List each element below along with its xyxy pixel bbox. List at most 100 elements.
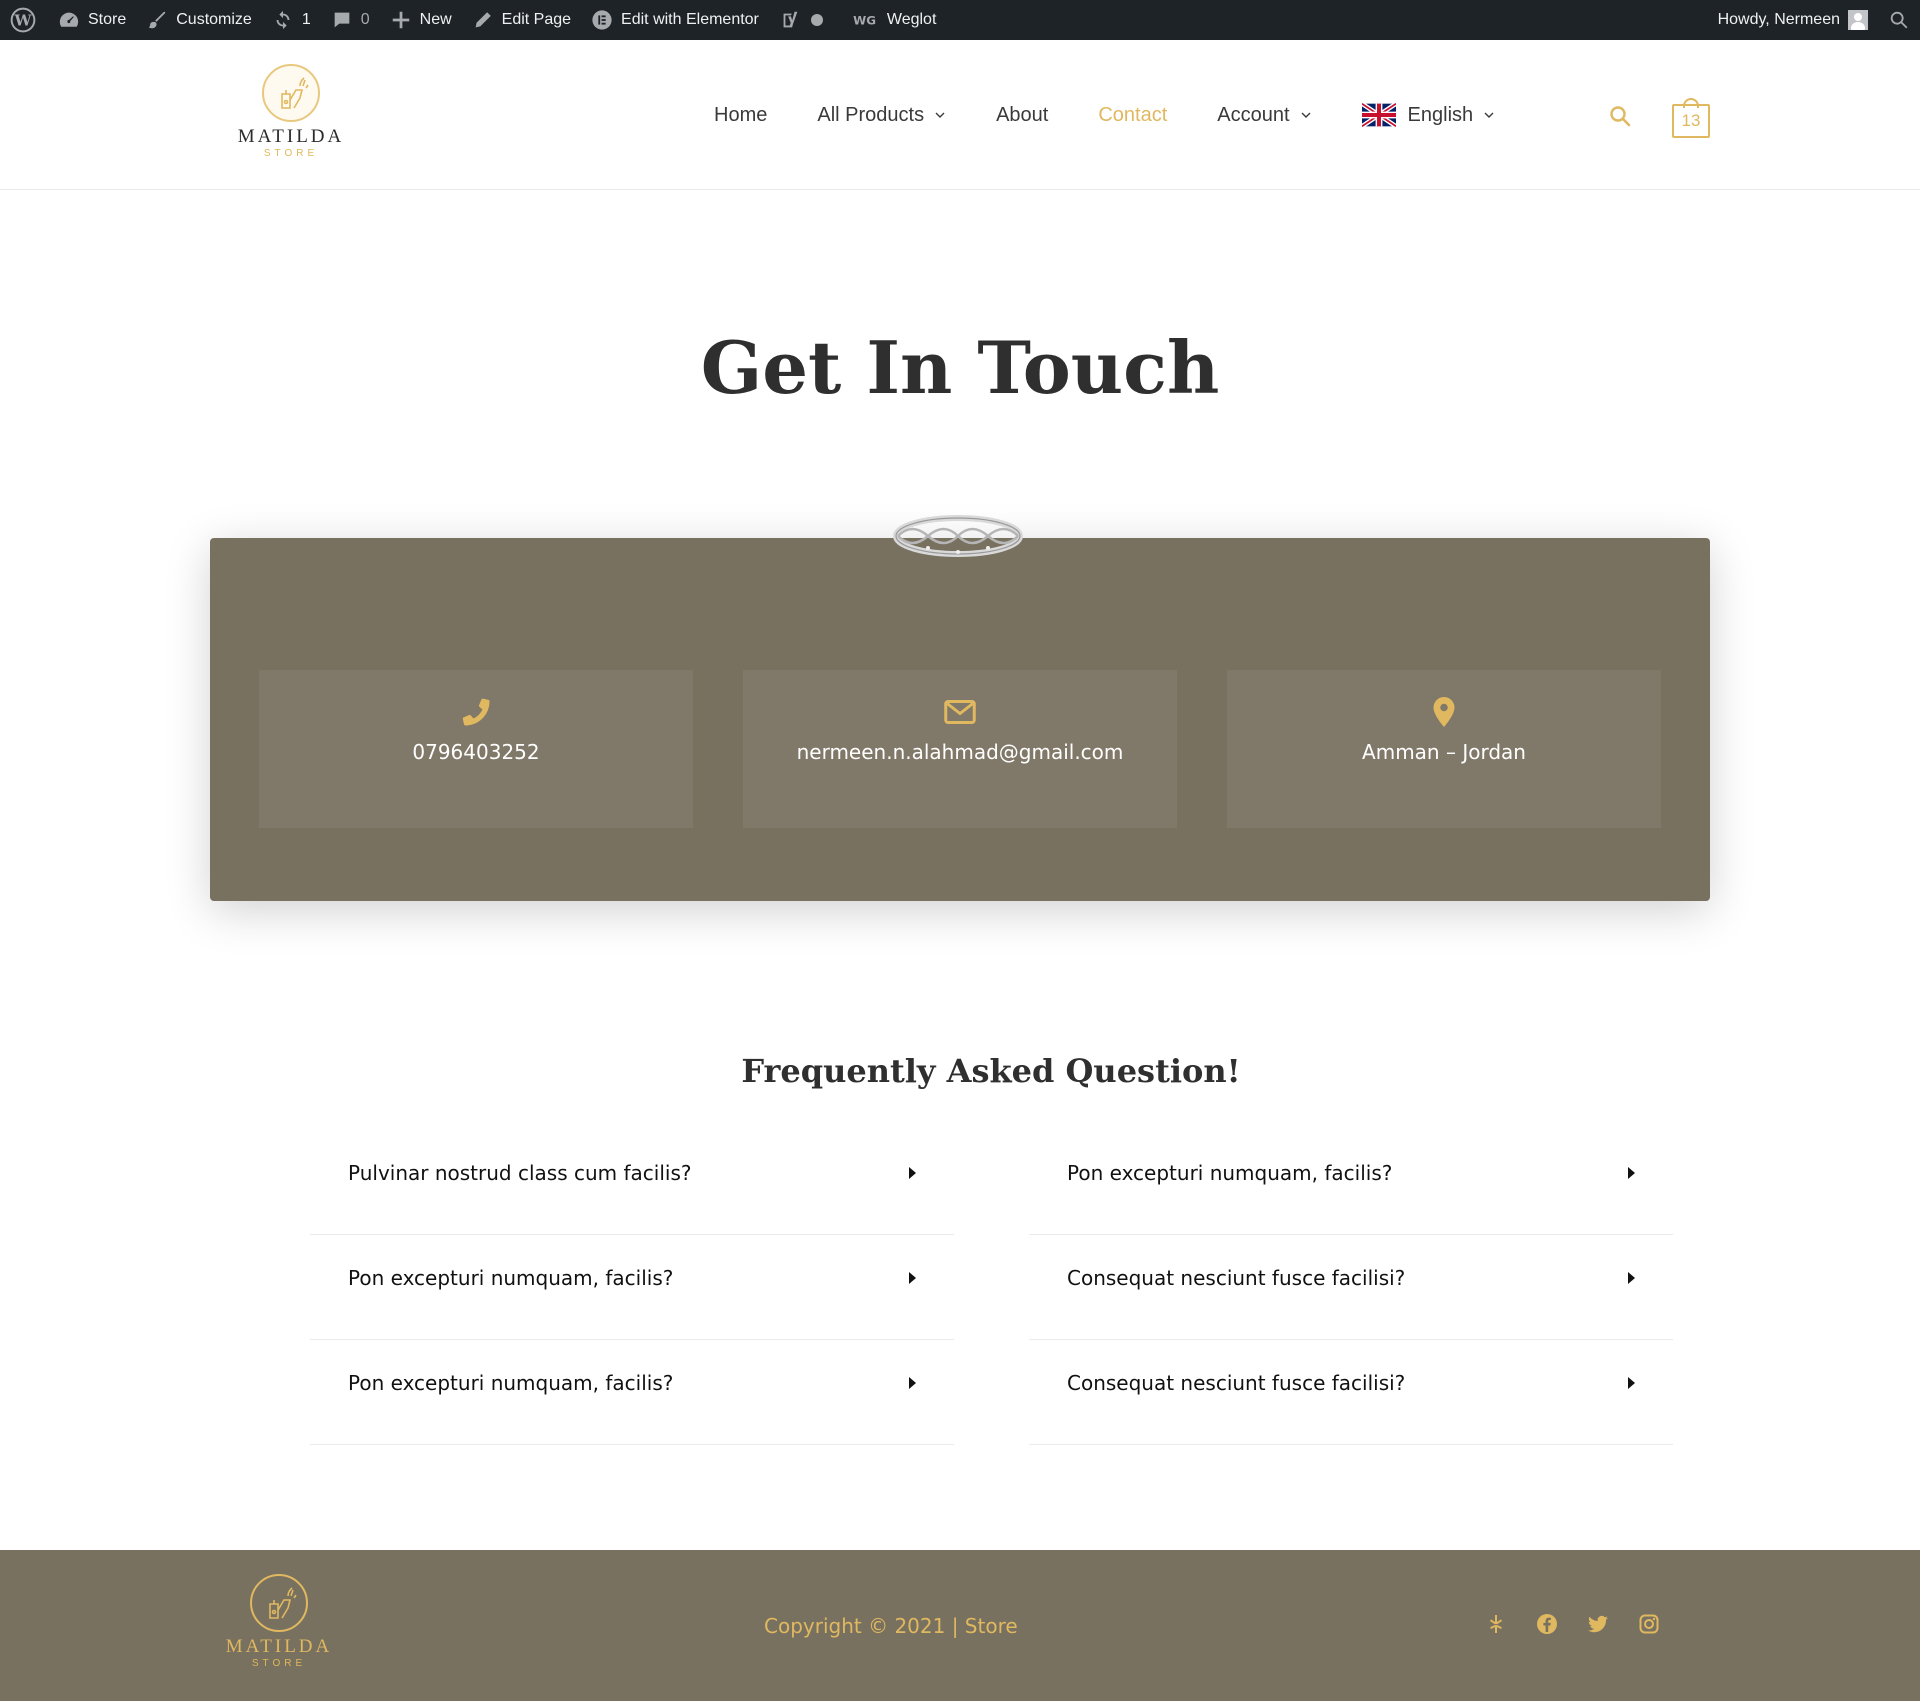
yoast-icon xyxy=(783,11,798,28)
admin-site-link[interactable]: Store xyxy=(48,0,136,40)
wordpress-logo-icon[interactable]: W xyxy=(0,0,48,40)
site-header: MATILDA STORE Home All Products About Co… xyxy=(0,40,1920,190)
logo-emblem-icon xyxy=(262,64,320,122)
svg-text:W: W xyxy=(13,11,32,29)
nav-item-account[interactable]: Account xyxy=(1217,104,1311,127)
phone-number[interactable]: 0796403252 xyxy=(259,740,693,764)
elementor-icon xyxy=(592,10,612,30)
admin-customize-link[interactable]: Customize xyxy=(136,0,262,40)
admin-account-link[interactable]: Howdy, Nermeen xyxy=(1708,0,1878,40)
language-label: English xyxy=(1407,103,1474,126)
twitter-icon xyxy=(1588,1615,1608,1633)
location-info-box: Amman – Jordan xyxy=(1227,670,1661,828)
seo-status-dot-icon xyxy=(810,14,823,26)
caret-right-icon xyxy=(1628,1377,1635,1389)
admin-comments-link[interactable]: 0 xyxy=(321,0,380,40)
facebook-link[interactable] xyxy=(1535,1612,1559,1636)
svg-text:WG: WG xyxy=(853,14,876,28)
pencil-icon xyxy=(475,12,491,28)
footer-logo-name: MATILDA xyxy=(225,1636,333,1657)
location-text: Amman – Jordan xyxy=(1362,740,1526,764)
faq-item[interactable]: Pon excepturi numquam, facilis? xyxy=(310,1235,954,1340)
nav-label-home: Home xyxy=(714,103,768,126)
admin-elementor-label: Edit with Elementor xyxy=(621,11,759,28)
contact-info-card: 0796403252 nermeen.n.alahmad@gmail.com A… xyxy=(210,538,1710,901)
admin-edit-page-label: Edit Page xyxy=(501,11,572,28)
faq-item[interactable]: Consequat nesciunt fusce facilisi? xyxy=(1029,1340,1673,1445)
faq-title: Frequently Asked Question! xyxy=(741,1052,1241,1090)
silver-ring-image xyxy=(893,515,1023,557)
language-switcher[interactable]: English xyxy=(1361,102,1496,128)
faq-item[interactable]: Pon excepturi numquam, facilis? xyxy=(310,1340,954,1445)
admin-updates-count: 1 xyxy=(301,11,311,28)
email-info-box: nermeen.n.alahmad@gmail.com xyxy=(743,670,1177,828)
faq-question: Consequat nesciunt fusce facilisi? xyxy=(1067,1371,1406,1395)
weglot-icon: WG xyxy=(853,14,876,28)
logo-emblem-icon xyxy=(250,1574,308,1632)
admin-comments-count: 0 xyxy=(360,11,370,28)
refresh-icon xyxy=(276,10,290,30)
logo-subtitle: STORE xyxy=(263,148,319,159)
page-title: Get In Touch xyxy=(700,325,1220,410)
caret-right-icon xyxy=(1628,1272,1635,1284)
nav-label-about: About xyxy=(996,103,1049,126)
logo-name: MATILDA xyxy=(237,126,345,147)
admin-yoast-link[interactable] xyxy=(769,0,843,40)
instagram-icon xyxy=(1639,1614,1659,1634)
avatar xyxy=(1848,10,1868,30)
admin-edit-page-link[interactable]: Edit Page xyxy=(462,0,581,40)
nav-label-all-products: All Products xyxy=(817,103,925,126)
faq-question: Pon excepturi numquam, facilis? xyxy=(348,1371,674,1395)
phone-info-box: 0796403252 xyxy=(259,670,693,828)
faq-item[interactable]: Pulvinar nostrud class cum facilis? xyxy=(310,1130,954,1235)
yelp-icon xyxy=(1490,1615,1502,1633)
faq-item[interactable]: Consequat nesciunt fusce facilisi? xyxy=(1029,1235,1673,1340)
admin-search-button[interactable] xyxy=(1878,0,1920,40)
comment-icon xyxy=(334,12,350,28)
admin-new-label: New xyxy=(419,11,452,28)
faq-column-right: Pon excepturi numquam, facilis? Consequa… xyxy=(1029,1130,1673,1445)
cart-button[interactable]: 13 xyxy=(1672,98,1710,138)
twitter-link[interactable] xyxy=(1586,1612,1610,1636)
map-pin-icon xyxy=(1433,697,1455,727)
social-links xyxy=(1484,1612,1688,1636)
nav-item-all-products[interactable]: All Products xyxy=(817,104,946,127)
site-footer: MATILDA STORE Copyright © 2021 | Store xyxy=(0,1550,1920,1701)
faq-question: Consequat nesciunt fusce facilisi? xyxy=(1067,1266,1406,1290)
admin-updates-link[interactable]: 1 xyxy=(262,0,321,40)
chevron-down-icon xyxy=(1301,112,1311,118)
nav-item-about[interactable]: About xyxy=(996,104,1048,127)
faq-question: Pon excepturi numquam, facilis? xyxy=(348,1266,674,1290)
uk-flag-icon xyxy=(1361,102,1396,128)
dashboard-icon xyxy=(59,12,79,27)
chevron-down-icon xyxy=(935,112,945,118)
admin-weglot-link[interactable]: WG Weglot xyxy=(843,0,947,40)
footer-logo[interactable]: MATILDA STORE xyxy=(224,1574,334,1674)
nav-label-account: Account xyxy=(1217,103,1290,126)
nav-item-contact[interactable]: Contact xyxy=(1098,104,1167,127)
admin-weglot-label: Weglot xyxy=(886,11,937,28)
search-icon xyxy=(1890,11,1908,29)
faq-question: Pulvinar nostrud class cum facilis? xyxy=(348,1161,692,1185)
nav-item-home[interactable]: Home xyxy=(714,104,767,127)
yelp-link[interactable] xyxy=(1484,1612,1508,1636)
admin-elementor-link[interactable]: Edit with Elementor xyxy=(581,0,769,40)
faq-item[interactable]: Pon excepturi numquam, facilis? xyxy=(1029,1130,1673,1235)
facebook-icon xyxy=(1537,1614,1557,1634)
admin-customize-label: Customize xyxy=(176,11,252,28)
caret-right-icon xyxy=(909,1167,916,1179)
wp-admin-bar: W Store Customize 1 0 New Edit Page Edit… xyxy=(0,0,1920,40)
admin-greeting: Howdy, Nermeen xyxy=(1717,11,1840,28)
instagram-link[interactable] xyxy=(1637,1612,1661,1636)
footer-logo-subtitle: STORE xyxy=(251,1658,307,1669)
header-search-button[interactable] xyxy=(1608,104,1632,128)
faq-question: Pon excepturi numquam, facilis? xyxy=(1067,1161,1393,1185)
email-address[interactable]: nermeen.n.alahmad@gmail.com xyxy=(743,740,1177,764)
envelope-icon xyxy=(944,700,976,724)
caret-right-icon xyxy=(909,1377,916,1389)
site-logo[interactable]: MATILDA STORE xyxy=(236,64,346,164)
plus-icon xyxy=(392,11,409,29)
caret-right-icon xyxy=(1628,1167,1635,1179)
main-navigation: Home All Products About Contact Account … xyxy=(714,40,1545,190)
admin-new-link[interactable]: New xyxy=(380,0,462,40)
